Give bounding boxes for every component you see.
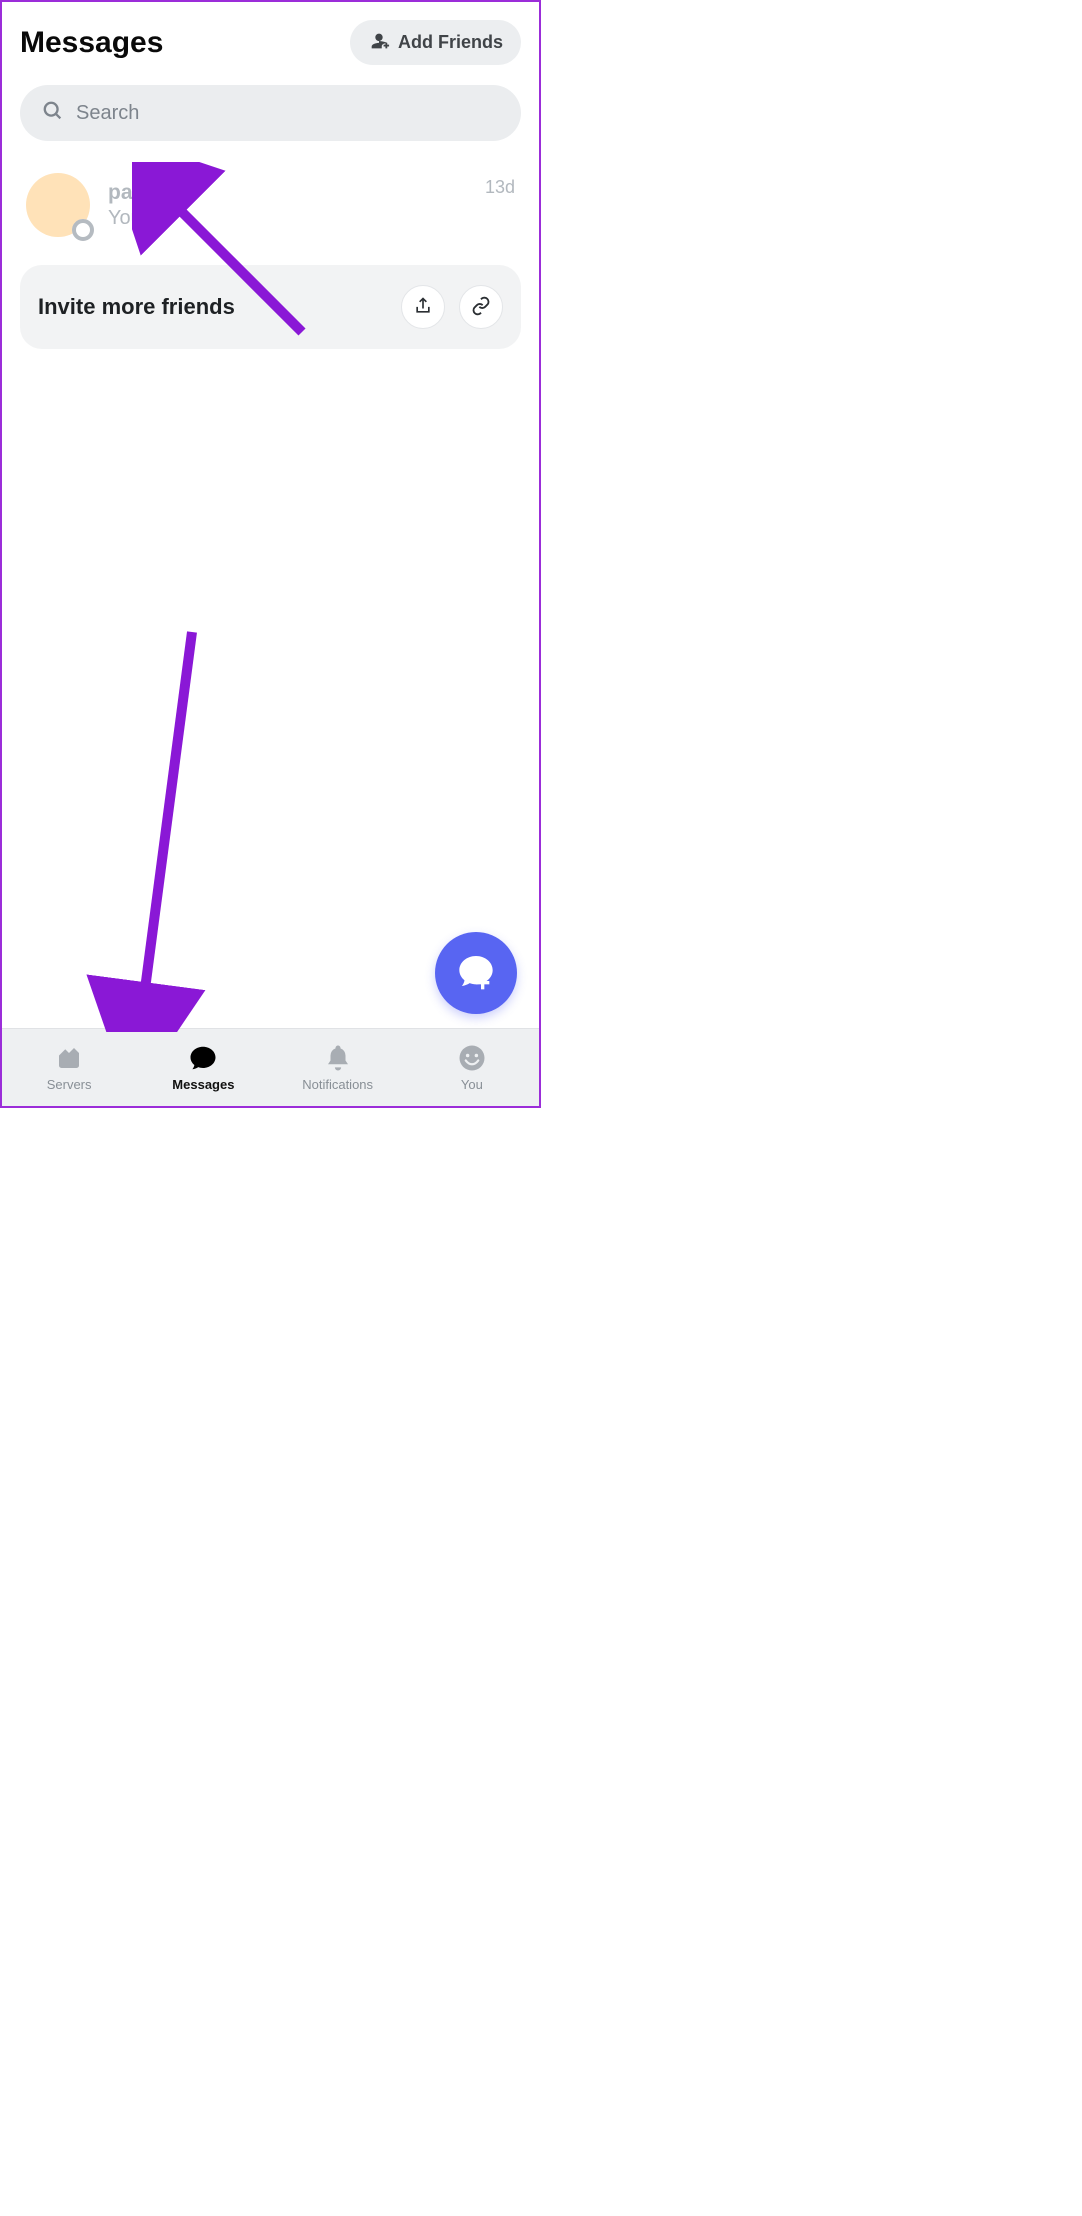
search-input[interactable] [20, 85, 521, 141]
nav-you[interactable]: You [405, 1029, 539, 1106]
copy-link-button[interactable] [459, 285, 503, 329]
messages-icon [188, 1043, 218, 1073]
dm-item[interactable]: pankil You: Hi 13d [20, 159, 521, 251]
invite-text: Invite more friends [38, 294, 235, 320]
nav-messages[interactable]: Messages [136, 1029, 270, 1106]
nav-notifications[interactable]: Notifications [271, 1029, 405, 1106]
nav-label: Notifications [302, 1077, 373, 1092]
annotation-arrow [82, 612, 252, 1032]
avatar [26, 173, 90, 237]
bottom-nav: Servers Messages Notifications You [2, 1028, 539, 1106]
invite-more-friends-card: Invite more friends [20, 265, 521, 349]
nav-label: You [461, 1077, 483, 1092]
new-message-fab[interactable] [435, 932, 517, 1014]
dm-name: pankil [108, 181, 169, 205]
notifications-icon [323, 1043, 353, 1073]
you-icon [457, 1043, 487, 1073]
nav-servers[interactable]: Servers [2, 1029, 136, 1106]
status-offline-icon [72, 219, 94, 241]
add-friends-button[interactable]: Add Friends [350, 20, 521, 65]
search-field[interactable] [76, 102, 499, 125]
nav-label: Messages [172, 1077, 234, 1092]
link-icon [471, 296, 491, 319]
add-friend-icon [368, 30, 390, 55]
muted-icon [177, 184, 195, 202]
page-title: Messages [20, 26, 163, 60]
share-icon [413, 296, 433, 319]
nav-label: Servers [47, 1077, 92, 1092]
dm-preview: You: Hi [108, 207, 467, 230]
search-icon [42, 100, 64, 127]
new-message-icon [456, 951, 496, 996]
add-friends-label: Add Friends [398, 32, 503, 53]
dm-time: 13d [485, 177, 515, 198]
share-button[interactable] [401, 285, 445, 329]
servers-icon [54, 1043, 84, 1073]
